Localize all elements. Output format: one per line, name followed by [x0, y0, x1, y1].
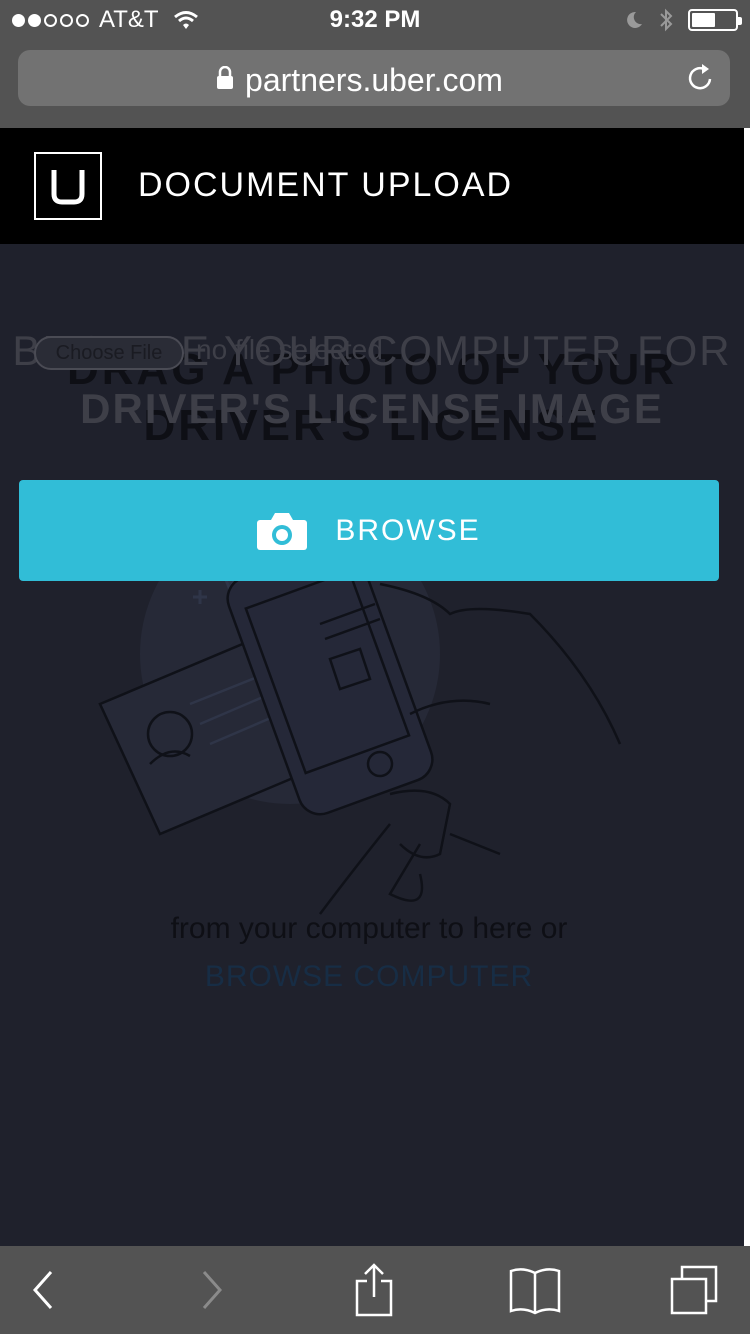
moon-icon: [627, 11, 642, 28]
tabs-button[interactable]: [644, 1246, 744, 1334]
page-edge: [744, 128, 750, 1246]
status-right: [624, 6, 742, 34]
browse-button-label: BROWSE: [335, 513, 481, 547]
page-title: DOCUMENT UPLOAD: [138, 166, 514, 204]
bookmarks-icon: [509, 1268, 561, 1315]
screen: AT&T 9:32 PM partners.uber.com DOCUMENT …: [0, 0, 750, 1334]
browse-computer-link[interactable]: BROWSE COMPUTER: [0, 960, 738, 994]
back-button[interactable]: [0, 1246, 93, 1334]
address-bar[interactable]: partners.uber.com: [18, 50, 730, 106]
address-url: partners.uber.com: [245, 62, 503, 98]
battery-icon: [688, 9, 742, 31]
forward-arrow-icon: [202, 1271, 223, 1309]
uber-logo-glyph: [51, 170, 85, 205]
bluetooth-icon: [660, 8, 673, 32]
share-button[interactable]: [324, 1246, 424, 1334]
bookmarks-button[interactable]: [485, 1246, 585, 1334]
browser-toolbar: [0, 1246, 750, 1334]
uber-logo[interactable]: [34, 152, 102, 220]
phone-license-illustration: [98, 504, 622, 915]
no-file-label: no file selected: [196, 334, 383, 365]
browse-button[interactable]: BROWSE: [19, 480, 719, 581]
battery-fill: [692, 13, 715, 27]
camera-icon: [257, 512, 308, 550]
tabs-icon: [670, 1265, 718, 1315]
choose-file-button[interactable]: Choose File: [34, 336, 184, 370]
browser-address-area: partners.uber.com: [0, 40, 750, 128]
upload-area: DRAG A PHOTO OF YOUR DRIVER'S LICENSE BR…: [0, 244, 744, 1246]
status-bar: AT&T 9:32 PM: [0, 0, 750, 40]
reload-icon[interactable]: [686, 63, 716, 93]
forward-button[interactable]: [162, 1246, 262, 1334]
browse-title-line2: DRIVER'S LICENSE IMAGE: [80, 385, 664, 432]
site-header: DOCUMENT UPLOAD: [0, 128, 744, 244]
drag-instruction: from your computer to here or: [170, 912, 568, 945]
share-icon: [355, 1263, 393, 1317]
back-arrow-icon: [32, 1271, 53, 1309]
